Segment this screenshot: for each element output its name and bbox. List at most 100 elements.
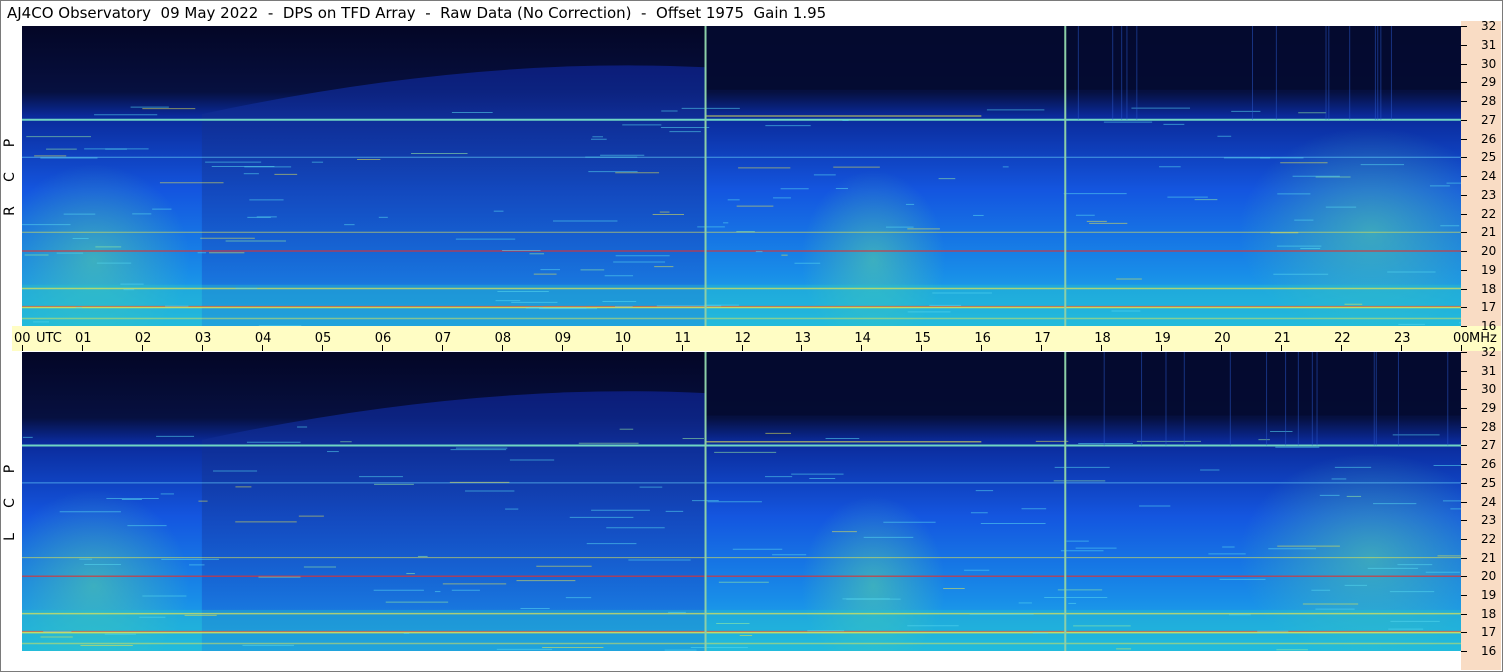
freq-tick-mark — [1461, 427, 1467, 428]
time-tick-label: 01 — [74, 331, 92, 346]
time-tick-label: 19 — [1154, 331, 1171, 346]
time-tick-mark — [562, 345, 563, 351]
freq-tick-mark — [1461, 139, 1467, 140]
low-band-noise — [22, 284, 1461, 326]
time-tick-label: 07 — [434, 331, 452, 346]
time-tick-label: 04 — [254, 331, 272, 346]
freq-tick-label: 18 — [1481, 606, 1497, 621]
freq-tick-mark — [1461, 232, 1467, 233]
time-tick-mark — [682, 345, 683, 351]
freq-tick-label: 17 — [1481, 300, 1497, 315]
time-tick-mark — [262, 345, 263, 351]
time-unit-label: UTC — [36, 331, 62, 346]
freq-tick-mark — [1461, 558, 1467, 559]
spectrogram-lcp — [22, 352, 1461, 651]
freq-tick-mark — [1461, 82, 1467, 83]
freq-tick-label: 26 — [1481, 131, 1497, 146]
time-tick-mark — [921, 345, 922, 351]
freq-tick-label: 23 — [1481, 187, 1497, 202]
quiet-high-band — [705, 352, 1461, 416]
time-tick-label: 06 — [374, 331, 392, 346]
time-tick-mark — [1221, 345, 1222, 351]
freq-tick-label: 32 — [1481, 345, 1497, 359]
freq-tick-label: 19 — [1481, 262, 1497, 277]
freq-tick-label: 27 — [1481, 438, 1497, 453]
freq-tick-label: 16 — [1481, 319, 1497, 333]
polarization-letter: C — [2, 172, 18, 182]
time-tick-mark — [1161, 345, 1162, 351]
freq-tick-mark — [1461, 101, 1467, 102]
freq-tick-mark — [1461, 483, 1467, 484]
time-tick-label: 15 — [914, 331, 931, 346]
freq-tick-mark — [1461, 195, 1467, 196]
time-tick-mark — [22, 345, 23, 351]
freq-tick-label: 25 — [1481, 475, 1497, 490]
freq-tick-label: 26 — [1481, 457, 1497, 472]
freq-tick-mark — [1461, 307, 1467, 308]
freq-tick-mark — [1461, 64, 1467, 65]
freq-unit-label: MHz — [1469, 331, 1497, 346]
freq-tick-mark — [1461, 576, 1467, 577]
time-tick-label: 03 — [194, 331, 212, 346]
freq-tick-mark — [1461, 176, 1467, 177]
polarization-letter: P — [2, 464, 18, 474]
time-tick-label: 17 — [1034, 331, 1051, 346]
freq-tick-label: 30 — [1481, 56, 1497, 71]
time-tick-mark — [1461, 345, 1462, 351]
time-tick-mark — [1041, 345, 1042, 351]
time-tick-label: 13 — [794, 331, 811, 346]
time-tick-mark — [1101, 345, 1102, 351]
time-tick-mark — [1281, 345, 1282, 351]
freq-tick-mark — [1461, 214, 1467, 215]
freq-tick-mark — [1461, 270, 1467, 271]
freq-tick-label: 27 — [1481, 112, 1497, 127]
freq-tick-label: 18 — [1481, 281, 1497, 296]
freq-tick-mark — [1461, 326, 1467, 327]
time-tick-label: 14 — [854, 331, 871, 346]
freq-tick-label: 31 — [1481, 363, 1497, 378]
time-tick-label: 00 — [14, 331, 31, 346]
time-tick-label: 16 — [974, 331, 991, 346]
quiet-high-band — [705, 26, 1461, 90]
spectrogram-rcp-plot — [22, 26, 1461, 326]
time-tick-mark — [202, 345, 203, 351]
freq-tick-label: 32 — [1481, 19, 1497, 33]
freq-tick-mark — [1461, 45, 1467, 46]
freq-tick-label: 24 — [1481, 494, 1497, 509]
freq-tick-label: 29 — [1481, 75, 1497, 90]
time-tick-label: 12 — [734, 331, 752, 346]
freq-tick-mark — [1461, 120, 1467, 121]
freq-tick-mark — [1461, 614, 1467, 615]
freq-tick-mark — [1461, 26, 1467, 27]
time-tick-mark — [82, 345, 83, 351]
freq-tick-label: 30 — [1481, 382, 1497, 397]
freq-tick-label: 28 — [1481, 94, 1497, 108]
freq-tick-mark — [1461, 389, 1467, 390]
chart-title: AJ4CO Observatory 09 May 2022 - DPS on T… — [7, 4, 827, 22]
time-tick-mark — [1401, 345, 1402, 351]
freq-tick-mark — [1461, 520, 1467, 521]
time-tick-label: 11 — [674, 331, 692, 346]
freq-axis-band-bottom — [1461, 351, 1501, 670]
polarization-letter: C — [2, 498, 18, 508]
time-tick-mark — [382, 345, 383, 351]
freq-tick-label: 20 — [1481, 569, 1497, 584]
time-tick-mark — [502, 345, 503, 351]
spectrogram-rcp — [22, 26, 1461, 326]
freq-tick-mark — [1461, 289, 1467, 290]
freq-tick-label: 25 — [1481, 150, 1497, 165]
polarization-letter: P — [2, 138, 18, 148]
freq-tick-mark — [1461, 371, 1467, 372]
time-tick-label: 09 — [554, 331, 572, 346]
freq-tick-mark — [1461, 352, 1467, 353]
freq-tick-label: 28 — [1481, 419, 1497, 434]
freq-tick-mark — [1461, 539, 1467, 540]
polarization-letter: L — [2, 533, 18, 541]
time-tick-label: 18 — [1094, 331, 1111, 346]
polarization-letter: R — [2, 206, 18, 216]
time-tick-mark — [742, 345, 743, 351]
freq-tick-label: 29 — [1481, 401, 1497, 416]
time-tick-label: 23 — [1394, 331, 1411, 346]
freq-tick-label: 21 — [1481, 550, 1497, 565]
time-tick-label: 10 — [614, 331, 632, 346]
